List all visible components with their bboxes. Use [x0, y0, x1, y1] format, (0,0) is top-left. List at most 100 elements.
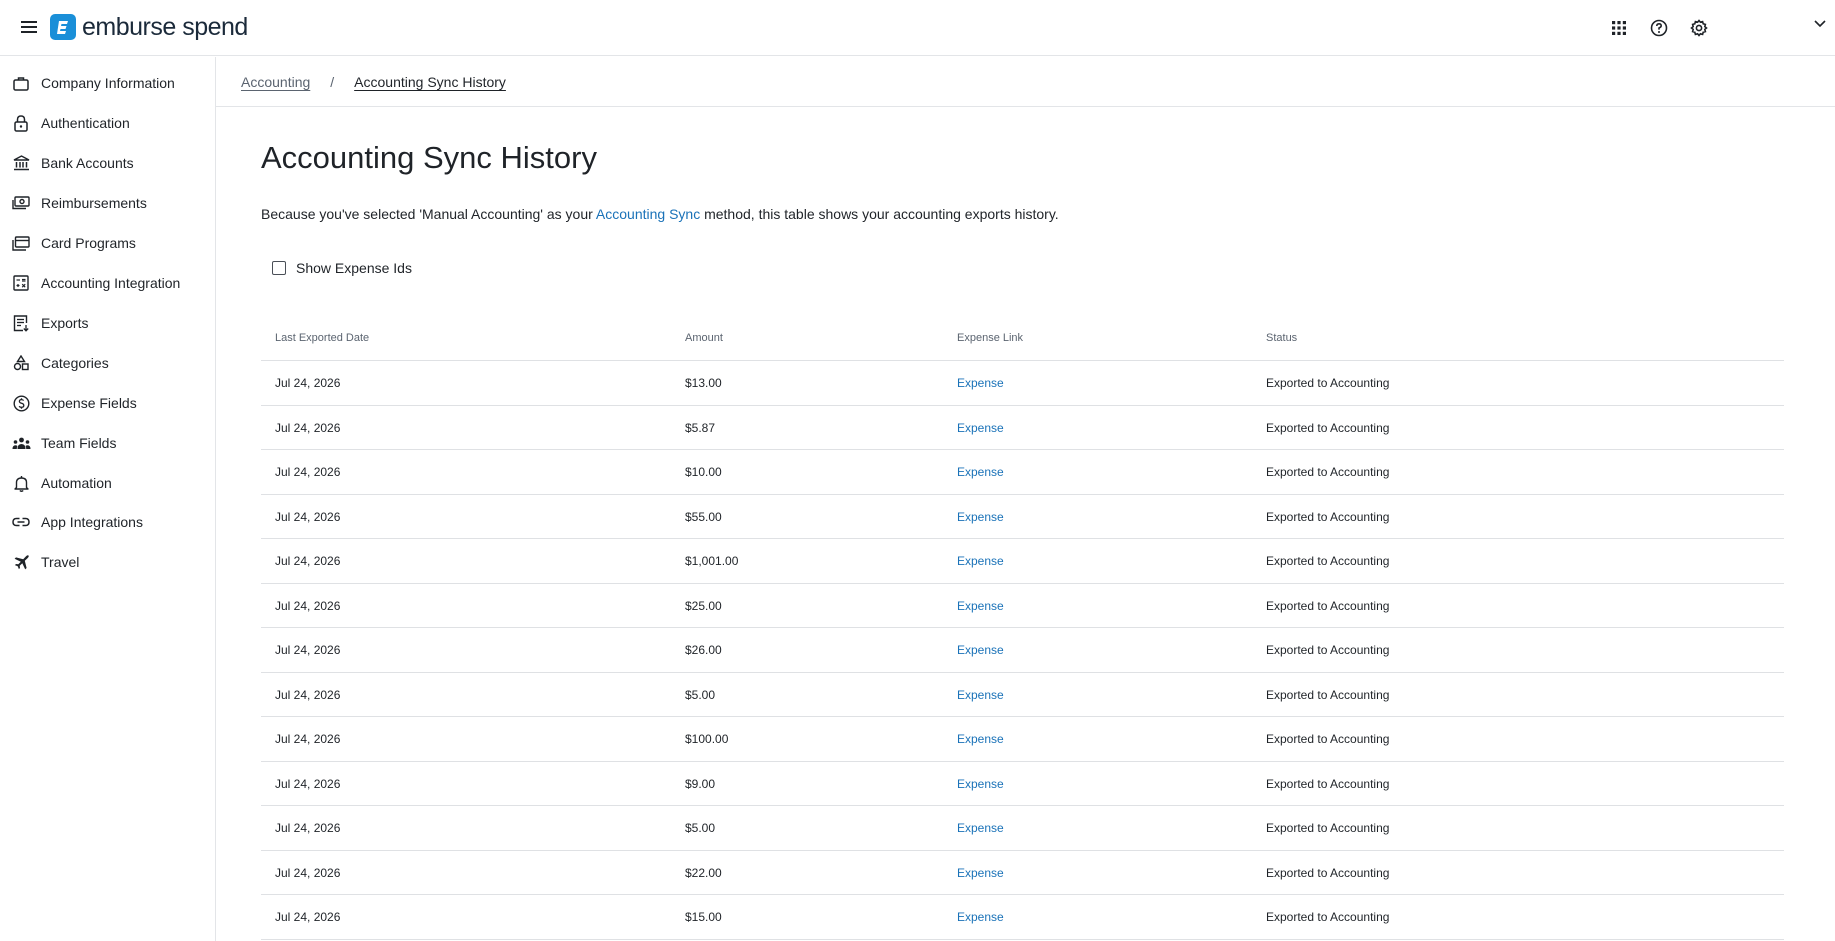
show-expense-ids-toggle[interactable]: Show Expense Ids: [272, 260, 412, 276]
sidebar-item-label: Card Programs: [41, 235, 136, 251]
sidebar-item-expense-fields[interactable]: Expense Fields: [0, 385, 215, 421]
brand-name: emburse spend: [82, 12, 248, 41]
cell-status: Exported to Accounting: [1266, 598, 1390, 613]
expense-link[interactable]: Expense: [957, 777, 1004, 791]
account-chevron-down-icon[interactable]: [1813, 16, 1829, 32]
sidebar-item-accounting-integration[interactable]: Accounting Integration: [0, 265, 215, 301]
cell-status: Exported to Accounting: [1266, 420, 1390, 435]
cell-amount: $15.00: [685, 910, 722, 924]
page-title: Accounting Sync History: [261, 140, 597, 175]
sidebar-item-label: Team Fields: [41, 435, 117, 451]
sidebar-item-label: Categories: [41, 355, 109, 371]
sidebar-item-label: App Integrations: [41, 514, 143, 530]
menu-icon[interactable]: [18, 16, 40, 38]
table-row: Jul 24, 2026 $13.00 Expense Exported to Acc…: [261, 361, 1784, 406]
sidebar-item-travel[interactable]: Travel: [0, 544, 215, 580]
expense-link[interactable]: Expense: [957, 421, 1004, 435]
column-header-date[interactable]: Last Exported Date: [275, 332, 369, 344]
lock-icon: [11, 113, 31, 133]
table-row: Jul 24, 2026 $5.00 Expense Exported to Acco…: [261, 806, 1784, 851]
table-row: Jul 24, 2026 $5.87 Expense Exported to Acco…: [261, 406, 1784, 450]
show-expense-ids-checkbox[interactable]: [272, 261, 286, 275]
top-bar: emburse spend: [0, 0, 1835, 56]
column-header-amount[interactable]: Amount: [685, 332, 723, 344]
expense-link[interactable]: Expense: [957, 465, 1004, 479]
column-header-expense-link[interactable]: Expense Link: [957, 332, 1023, 344]
cell-status: Exported to Accounting: [1266, 732, 1390, 746]
breadcrumb-accounting-link[interactable]: Accounting: [241, 74, 310, 90]
table-row: Jul 24, 2026 $1,001.00 Expense Exported to …: [261, 539, 1784, 584]
sidebar-item-reimbursements[interactable]: Reimbursements: [0, 185, 215, 221]
show-expense-ids-label: Show Expense Ids: [296, 260, 412, 276]
cell-status: Exported to Accounting: [1266, 376, 1390, 390]
sidebar-item-label: Bank Accounts: [41, 155, 134, 171]
settings-gear-icon[interactable]: [1687, 16, 1711, 40]
brand-logo[interactable]: emburse spend: [50, 12, 248, 42]
accounting-sync-link[interactable]: Accounting Sync: [596, 206, 700, 222]
sidebar-item-app-integrations[interactable]: App Integrations: [0, 504, 215, 540]
sidebar-item-company-information[interactable]: Company Information: [0, 65, 215, 101]
cell-date: Jul 24, 2026: [275, 420, 341, 435]
cell-status: Exported to Accounting: [1266, 554, 1390, 568]
sidebar-item-label: Accounting Integration: [41, 275, 181, 291]
sidebar-item-authentication[interactable]: Authentication: [0, 105, 215, 141]
table-row: Jul 24, 2026 $9.00 Expense Exported to Acco…: [261, 762, 1784, 806]
sync-history-table: Last Exported Date Amount Expense Link S…: [261, 322, 1784, 940]
cell-date: Jul 24, 2026: [275, 554, 341, 568]
airplane-icon: [11, 552, 31, 572]
cell-date: Jul 24, 2026: [275, 509, 341, 524]
sidebar-item-label: Expense Fields: [41, 395, 137, 411]
breadcrumb-current[interactable]: Accounting Sync History: [354, 74, 506, 90]
cell-amount: $100.00: [685, 732, 729, 746]
expense-link[interactable]: Expense: [957, 688, 1004, 702]
description-text-after: method, this table shows your accounting…: [700, 206, 1059, 222]
sidebar-item-automation[interactable]: Automation: [0, 465, 215, 501]
cash-icon: [11, 193, 31, 213]
sidebar-item-categories[interactable]: Categories: [0, 345, 215, 381]
expense-link[interactable]: Expense: [957, 866, 1004, 880]
expense-link[interactable]: Expense: [957, 376, 1004, 390]
description-text-before: Because you've selected 'Manual Accounti…: [261, 206, 596, 222]
expense-link[interactable]: Expense: [957, 510, 1004, 524]
cell-amount: $5.00: [685, 821, 716, 835]
expense-link[interactable]: Expense: [957, 643, 1004, 657]
sidebar-item-label: Exports: [41, 315, 89, 331]
table-row: Jul 24, 2026 $15.00 Expense Exported to Acc…: [261, 895, 1784, 940]
expense-link[interactable]: Expense: [957, 732, 1004, 746]
cell-amount: $13.00: [685, 376, 722, 390]
help-icon[interactable]: [1647, 16, 1671, 40]
export-document-icon: [11, 313, 31, 333]
sidebar-item-team-fields[interactable]: Team Fields: [0, 425, 215, 461]
shapes-icon: [11, 353, 31, 373]
cell-status: Exported to Accounting: [1266, 465, 1390, 479]
sidebar-item-card-programs[interactable]: Card Programs: [0, 225, 215, 261]
cell-amount: $1,001.00: [685, 554, 739, 568]
briefcase-icon: [11, 73, 31, 93]
cell-status: Exported to Accounting: [1266, 776, 1390, 791]
apps-grid-icon[interactable]: [1607, 16, 1631, 40]
breadcrumb: Accounting / Accounting Sync History: [216, 57, 1835, 107]
page-description: Because you've selected 'Manual Accounti…: [261, 206, 1059, 222]
table-row: Jul 24, 2026 $25.00 Expense Exported to Acc…: [261, 584, 1784, 628]
sidebar-item-bank-accounts[interactable]: Bank Accounts: [0, 145, 215, 181]
cell-status: Exported to Accounting: [1266, 865, 1390, 880]
cell-date: Jul 24, 2026: [275, 910, 341, 924]
expense-link[interactable]: Expense: [957, 554, 1004, 568]
cell-date: Jul 24, 2026: [275, 865, 341, 880]
sidebar-item-exports[interactable]: Exports: [0, 305, 215, 341]
table-row: Jul 24, 2026 $10.00 Expense Exported to Acc…: [261, 450, 1784, 495]
cell-date: Jul 24, 2026: [275, 776, 341, 791]
calculator-icon: [11, 273, 31, 293]
settings-sidebar: Company Information Authentication Bank …: [0, 57, 216, 941]
cell-date: Jul 24, 2026: [275, 376, 341, 390]
cell-status: Exported to Accounting: [1266, 643, 1390, 657]
cell-amount: $26.00: [685, 643, 722, 657]
sidebar-item-label: Company Information: [41, 75, 175, 91]
expense-link[interactable]: Expense: [957, 821, 1004, 835]
link-icon: [11, 512, 31, 532]
cell-date: Jul 24, 2026: [275, 643, 341, 657]
column-header-status[interactable]: Status: [1266, 332, 1297, 344]
cell-amount: $22.00: [685, 865, 722, 880]
expense-link[interactable]: Expense: [957, 599, 1004, 613]
expense-link[interactable]: Expense: [957, 910, 1004, 924]
